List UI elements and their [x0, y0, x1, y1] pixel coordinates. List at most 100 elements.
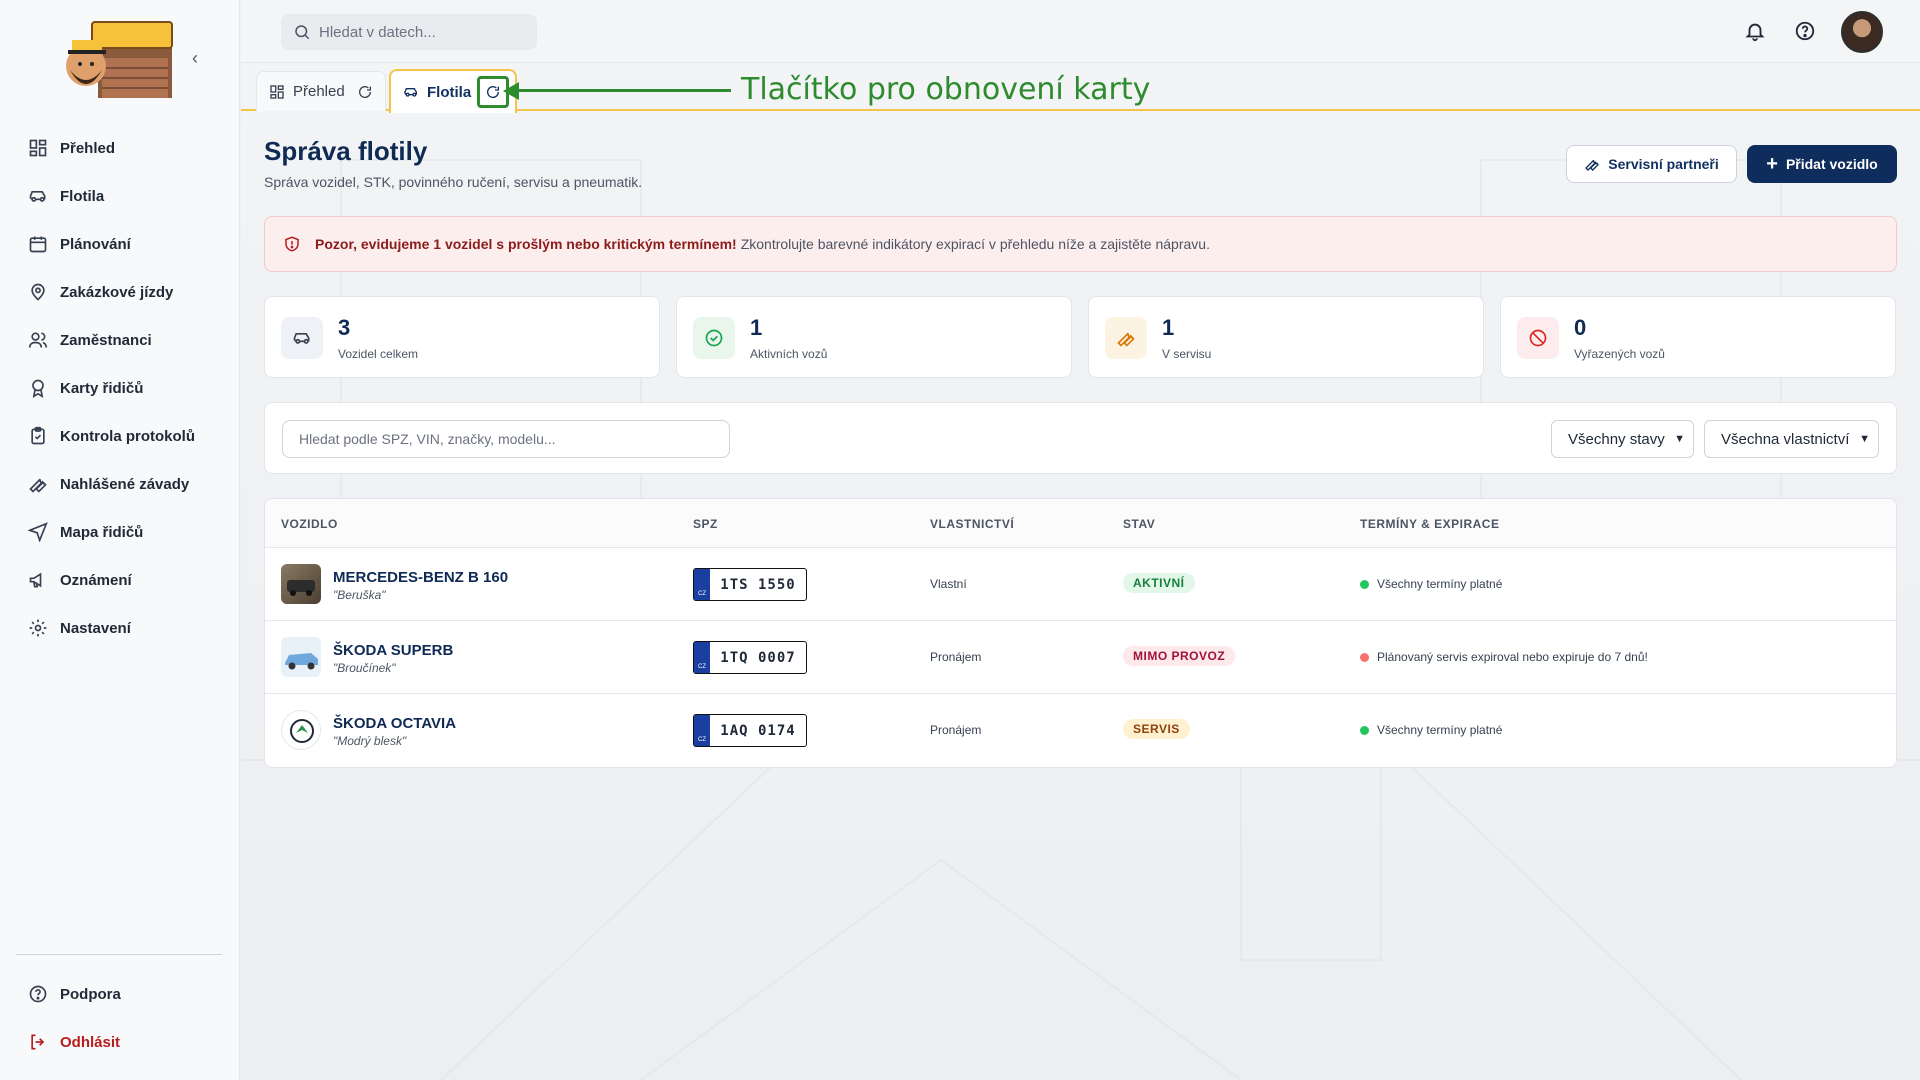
sidebar-item-oznameni[interactable]: Oznámení	[16, 556, 224, 604]
sidebar-item-mapa-ridicu[interactable]: Mapa řidičů	[16, 508, 224, 556]
page-title: Správa flotily	[264, 136, 428, 166]
sidebar-item-zamestnanci[interactable]: Zaměstnanci	[16, 316, 224, 364]
plate-number: 1TQ 0007	[720, 649, 796, 666]
page-subtitle: Správa vozidel, STK, povinného ručení, s…	[264, 174, 643, 190]
plate-country: CZ	[694, 715, 710, 746]
plate-country: CZ	[694, 642, 710, 673]
topbar	[241, 0, 1920, 63]
sidebar-item-label: Flotila	[60, 187, 105, 205]
dashboard-icon	[270, 84, 284, 99]
refresh-icon	[487, 86, 500, 98]
users-icon	[28, 332, 48, 348]
collapse-sidebar-icon[interactable]: ‹	[192, 48, 198, 69]
column-header[interactable]: TERMÍNY & EXPIRACE	[1360, 517, 1499, 531]
table-row[interactable]: MERCEDES-BENZ B 160 "Beruška" CZ 1TS 155…	[265, 548, 1896, 621]
column-header[interactable]: VLASTNICTVÍ	[930, 517, 1014, 531]
vehicle-thumbnail	[281, 564, 321, 604]
sidebar-item-nahlasene-zavady[interactable]: Nahlášené závady	[16, 460, 224, 508]
sidebar-item-planovani[interactable]: Plánování	[16, 220, 224, 268]
sidebar-item-karty-ridicu[interactable]: Karty řidičů	[16, 364, 224, 412]
search-icon	[295, 25, 310, 40]
stat-icon-box	[693, 317, 735, 359]
stat-icon-box	[1517, 317, 1559, 359]
ownership-filter-value: Všechna vlastnictví	[1721, 430, 1850, 448]
chevron-down-icon: ▼	[1674, 433, 1685, 445]
car-icon	[29, 191, 46, 202]
ownership-value: Pronájem	[930, 650, 982, 664]
help-icon[interactable]	[1794, 20, 1816, 42]
service-partners-button[interactable]: Servisní partneři	[1566, 145, 1737, 183]
main-content: Přehled Flotila Tlačítko pro obnovení ka…	[241, 0, 1920, 1080]
calendar-icon	[29, 236, 47, 253]
license-plate: CZ 1AQ 0174	[693, 714, 807, 747]
sidebar-item-podpora[interactable]: Podpora	[16, 970, 224, 1018]
garage-logo[interactable]	[64, 18, 176, 100]
sidebar-item-flotila[interactable]: Flotila	[16, 172, 224, 220]
ownership-value: Vlastní	[930, 577, 967, 591]
vehicle-nickname: "Modrý blesk"	[333, 734, 407, 748]
stat-total-vehicles: 3 Vozidel celkem	[264, 296, 660, 378]
logout-button[interactable]: Odhlásit	[16, 1018, 224, 1066]
logout-label: Odhlásit	[60, 1033, 121, 1051]
annotation-arrow-line	[511, 89, 731, 92]
sidebar-item-label: Zakázkové jízdy	[60, 283, 174, 301]
table-row[interactable]: ŠKODA OCTAVIA "Modrý blesk" CZ 1AQ 0174 …	[265, 694, 1896, 767]
vehicle-name: MERCEDES-BENZ B 160	[333, 569, 509, 586]
status-filter-select[interactable]: Všechny stavy ▼	[1551, 420, 1694, 458]
sidebar-bottom: Podpora Odhlásit	[16, 970, 224, 1066]
navigation-icon	[28, 522, 48, 542]
expiry-alert: Pozor, evidujeme 1 vozidel s prošlým neb…	[264, 216, 1897, 272]
sidebar-item-prehled[interactable]: Přehled	[16, 124, 224, 172]
refresh-icon[interactable]	[357, 84, 373, 100]
shield-alert-icon	[285, 236, 299, 252]
help-circle-icon	[29, 985, 47, 1003]
sidebar-item-label: Mapa řidičů	[60, 523, 144, 541]
ownership-filter-select[interactable]: Všechna vlastnictví ▼	[1704, 420, 1879, 458]
add-vehicle-button[interactable]: + Přidat vozidlo	[1747, 145, 1897, 183]
tab-flotila[interactable]: Flotila	[389, 69, 518, 113]
stat-value: 0	[1574, 315, 1587, 340]
status-badge: SERVIS	[1123, 719, 1190, 739]
column-header[interactable]: VOZIDLO	[281, 517, 338, 531]
table-row[interactable]: ŠKODA SUPERB "Broučínek" CZ 1TQ 0007 Pro…	[265, 621, 1896, 694]
vehicle-name: ŠKODA SUPERB	[333, 642, 454, 659]
column-header[interactable]: STAV	[1123, 517, 1155, 531]
gear-icon	[29, 619, 47, 637]
stat-retired: 0 Vyřazených vozů	[1500, 296, 1896, 378]
sidebar-item-nastaveni[interactable]: Nastavení	[16, 604, 224, 652]
alert-text: Zkontrolujte barevné indikátory expirací…	[740, 236, 1210, 252]
tab-prehled[interactable]: Přehled	[256, 71, 386, 111]
dashboard-icon	[29, 139, 47, 157]
tab-label: Přehled	[293, 83, 345, 100]
user-avatar[interactable]	[1841, 11, 1883, 53]
clipboard-check-icon	[31, 426, 45, 445]
stat-label: V servisu	[1162, 347, 1212, 361]
sidebar-item-kontrola-protokolu[interactable]: Kontrola protokolů	[16, 412, 224, 460]
bell-icon[interactable]	[1744, 20, 1766, 42]
term-status: Všechny termíny platné	[1360, 577, 1502, 591]
annotation-label: Tlačítko pro obnovení karty	[741, 72, 1151, 107]
sidebar-item-label: Podpora	[60, 985, 121, 1003]
stat-label: Vyřazených vozů	[1574, 347, 1665, 361]
stat-value: 3	[338, 315, 351, 340]
wrench-icon	[1117, 332, 1135, 347]
sidebar-item-zakazkove-jizdy[interactable]: Zakázkové jízdy	[16, 268, 224, 316]
alert-bold-text: Pozor, evidujeme 1 vozidel s prošlým neb…	[315, 236, 737, 252]
global-search-input[interactable]	[319, 23, 519, 41]
sidebar-item-label: Kontrola protokolů	[60, 427, 195, 445]
status-dot	[1360, 725, 1369, 735]
service-partners-label: Servisní partneři	[1608, 156, 1719, 172]
tab-label: Flotila	[427, 83, 472, 101]
chevron-down-icon: ▼	[1859, 433, 1870, 445]
global-search[interactable]	[281, 14, 537, 50]
stat-active-vehicles: 1 Aktivních vozů	[676, 296, 1072, 378]
logout-icon	[31, 1034, 45, 1050]
sidebar-item-label: Nahlášené závady	[60, 475, 190, 493]
vehicle-name: ŠKODA OCTAVIA	[333, 715, 457, 732]
vehicle-search-input[interactable]	[282, 420, 730, 458]
sidebar: ‹ Přehled Flotila Plánování Zakázkové jí…	[0, 0, 240, 1080]
sidebar-item-label: Přehled	[60, 139, 116, 157]
sidebar-item-label: Karty řidičů	[60, 379, 144, 397]
column-header[interactable]: SPZ	[693, 517, 718, 531]
vehicle-table: VOZIDLO SPZ VLASTNICTVÍ STAV TERMÍNY & E…	[264, 498, 1897, 768]
